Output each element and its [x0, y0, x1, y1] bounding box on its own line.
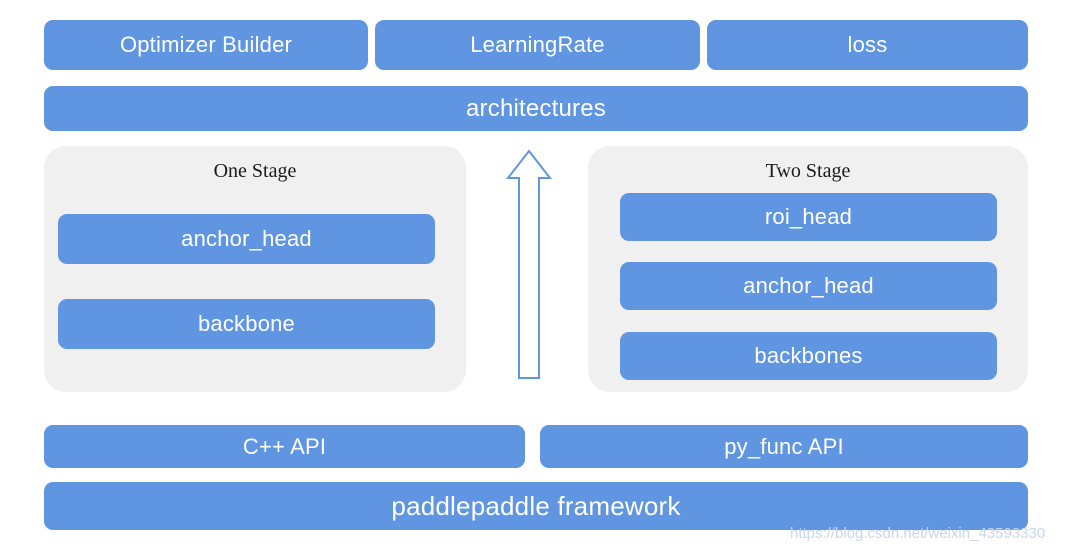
module-two-stage-backbones: backbones	[620, 332, 997, 380]
panel-one-stage-title: One Stage	[213, 160, 297, 182]
module-cpp-api: C++ API	[44, 425, 525, 468]
module-paddlepaddle-framework: paddlepaddle framework	[44, 482, 1028, 530]
module-optimizer-builder: Optimizer Builder	[44, 20, 368, 70]
module-py-func-api: py_func API	[540, 425, 1028, 468]
module-one-stage-anchor-head: anchor_head	[58, 214, 435, 264]
module-learning-rate: LearningRate	[375, 20, 700, 70]
architecture-diagram: Optimizer Builder LearningRate loss arch…	[0, 0, 1072, 553]
module-architectures: architectures	[44, 86, 1028, 131]
module-one-stage-backbone: backbone	[58, 299, 435, 349]
module-loss: loss	[707, 20, 1028, 70]
module-two-stage-roi-head: roi_head	[620, 193, 997, 241]
panel-one-stage: One Stage anchor_head backbone	[44, 146, 466, 392]
panel-two-stage-title: Two Stage	[765, 160, 851, 182]
module-two-stage-anchor-head: anchor_head	[620, 262, 997, 310]
arrow-up-glyph	[505, 149, 553, 379]
arrow-up-icon	[505, 148, 553, 381]
panel-two-stage: Two Stage roi_head anchor_head backbones	[588, 146, 1028, 392]
